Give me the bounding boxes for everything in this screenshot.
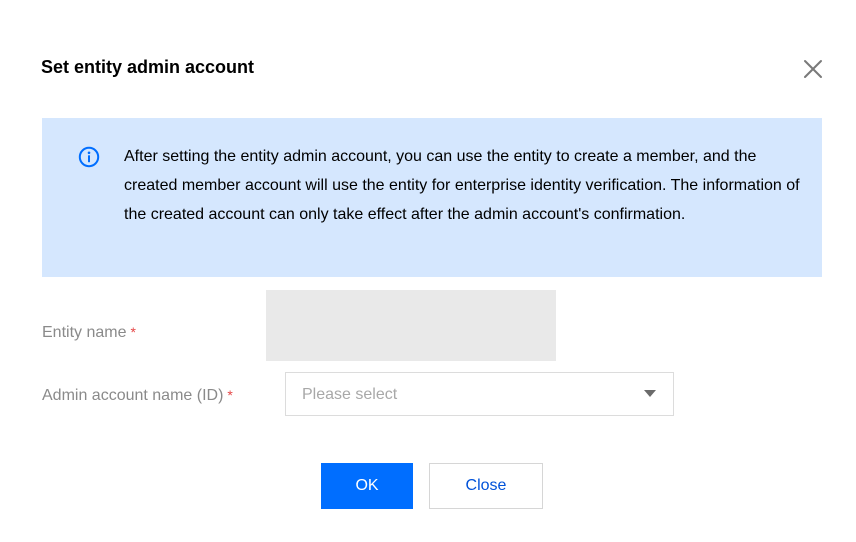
entity-name-value [266, 290, 556, 361]
admin-account-label-text: Admin account name (ID) [42, 387, 224, 404]
dropdown-arrow-icon [644, 390, 656, 397]
close-icon[interactable] [800, 56, 826, 82]
admin-account-placeholder: Please select [302, 386, 398, 403]
notice-text: After setting the entity admin account, … [124, 148, 800, 223]
required-mark: * [130, 324, 136, 340]
notice-box: After setting the entity admin account, … [42, 118, 822, 277]
entity-name-label: Entity name * [42, 322, 136, 343]
entity-name-label-text: Entity name [42, 324, 127, 341]
dialog-title: Set entity admin account [41, 57, 255, 77]
info-icon [78, 146, 100, 168]
ok-button[interactable]: OK [321, 463, 413, 509]
close-button[interactable]: Close [429, 463, 543, 509]
admin-account-label: Admin account name (ID) * [42, 385, 233, 406]
admin-account-select[interactable]: Please select [285, 372, 674, 416]
required-mark: * [227, 387, 233, 403]
set-entity-admin-dialog: Set entity admin account After setting t… [0, 0, 856, 542]
